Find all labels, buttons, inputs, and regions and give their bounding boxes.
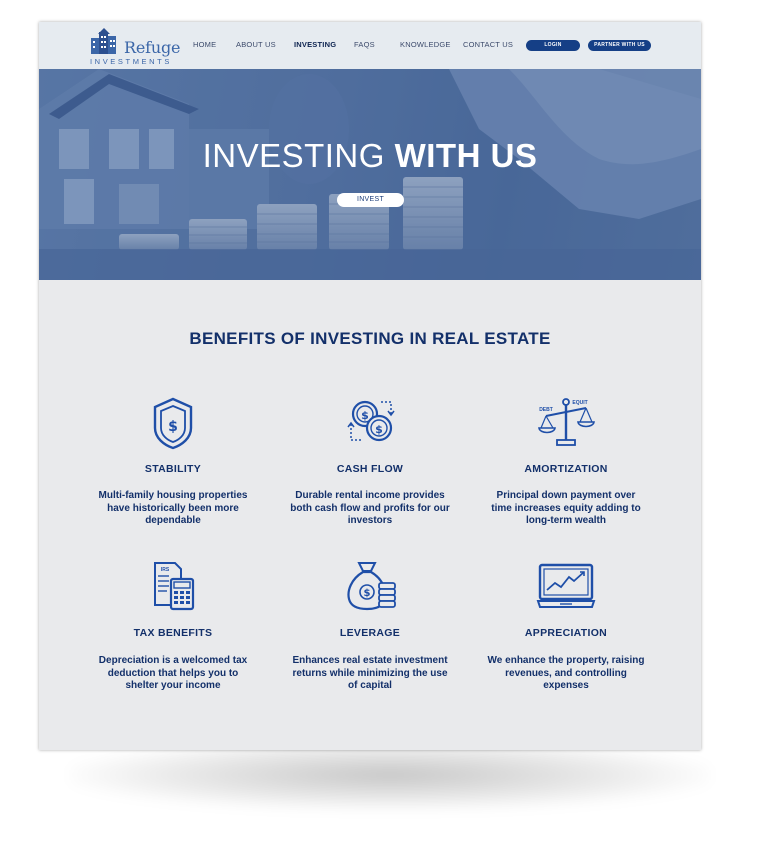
svg-text:$: $ [168, 419, 178, 435]
login-button[interactable]: LOGIN [526, 40, 580, 51]
desc-line: investors [347, 515, 393, 526]
tax-benefits-description: Depreciation is a welcomed tax deduction… [73, 655, 273, 693]
hero-banner: INVESTING WITH US INVEST [39, 69, 701, 280]
hero-title-thin: INVESTING [202, 137, 385, 174]
stability-description: Multi-family housing properties have his… [73, 490, 273, 528]
money-bag-coins-icon: $ [347, 562, 396, 611]
desc-line: Enhances real estate investment [292, 655, 448, 666]
nav-about-us[interactable]: ABOUT US [236, 40, 276, 49]
desc-line: have historically been more [107, 502, 239, 514]
leverage-title: LEVERAGE [339, 627, 401, 639]
svg-text:$: $ [375, 423, 383, 436]
svg-text:$: $ [364, 588, 371, 599]
debt-equity-scale-icon: DEBT EQUIT [538, 398, 595, 446]
site-header: Refuge INVESTMENTS HOME ABOUT US INVESTI… [39, 22, 701, 69]
equity-label: EQUIT [572, 400, 587, 406]
appreciation-title: APPRECIATION [524, 627, 608, 639]
shield-dollar-icon: $ [153, 397, 193, 450]
tax-calculator-icon: IRS [154, 562, 195, 611]
desc-line: Durable rental income provides [295, 490, 445, 501]
desc-line: deduction that helps you to [107, 667, 239, 679]
amortization-title: AMORTIZATION [524, 463, 608, 475]
buildings-logo-icon [91, 28, 116, 54]
desc-line: We enhance the property, raising [487, 655, 645, 666]
partner-with-us-button[interactable]: PARTNER WITH US [588, 40, 651, 51]
webpage: Refuge INVESTMENTS HOME ABOUT US INVESTI… [39, 22, 701, 750]
debt-label: DEBT [539, 407, 553, 413]
desc-line: dependable [145, 515, 201, 526]
desc-line: expenses [543, 680, 589, 691]
nav-knowledge[interactable]: KNOWLEDGE [400, 40, 451, 49]
nav-faqs[interactable]: FAQS [354, 40, 375, 49]
desc-line: shelter your income [125, 680, 221, 691]
hero-title: INVESTING WITH US [39, 137, 701, 175]
brand-subtitle: INVESTMENTS [90, 57, 172, 66]
desc-line: both cash flow and profits for our [290, 502, 450, 514]
cash-flow-description: Durable rental income provides both cash… [270, 490, 470, 528]
nav-investing[interactable]: INVESTING [294, 40, 336, 49]
amortization-description: Principal down payment over time increas… [466, 490, 666, 528]
desc-line: long-term wealth [525, 515, 606, 526]
desc-line: returns while minimizing the use [292, 667, 448, 679]
brand-name: Refuge [124, 38, 181, 57]
desc-line: time increases equity adding to [491, 502, 641, 514]
desc-line: of capital [348, 680, 392, 691]
nav-contact-us[interactable]: CONTACT US [463, 40, 513, 49]
svg-text:$: $ [361, 409, 369, 422]
desc-line: revenues, and controlling [505, 667, 627, 679]
stability-title: STABILITY [144, 463, 202, 475]
leverage-description: Enhances real estate investment returns … [270, 655, 470, 693]
desc-line: Principal down payment over [496, 490, 636, 501]
cash-flow-title: CASH FLOW [336, 463, 404, 475]
appreciation-description: We enhance the property, raising revenue… [466, 655, 666, 693]
page-drop-shadow [70, 740, 710, 810]
tax-benefits-title: TAX BENEFITS [133, 627, 213, 639]
hero-title-bold: WITH US [394, 137, 538, 174]
desc-line: Depreciation is a welcomed tax [98, 655, 248, 666]
irs-label: IRS [161, 567, 170, 573]
invest-button[interactable]: INVEST [337, 193, 404, 207]
benefits-section-title: BENEFITS OF INVESTING IN REAL ESTATE [189, 329, 551, 348]
desc-line: Multi-family housing properties [98, 490, 248, 501]
laptop-chart-icon [536, 563, 596, 608]
cash-flow-coins-icon: $ $ [347, 400, 395, 442]
nav-home[interactable]: HOME [193, 40, 216, 49]
